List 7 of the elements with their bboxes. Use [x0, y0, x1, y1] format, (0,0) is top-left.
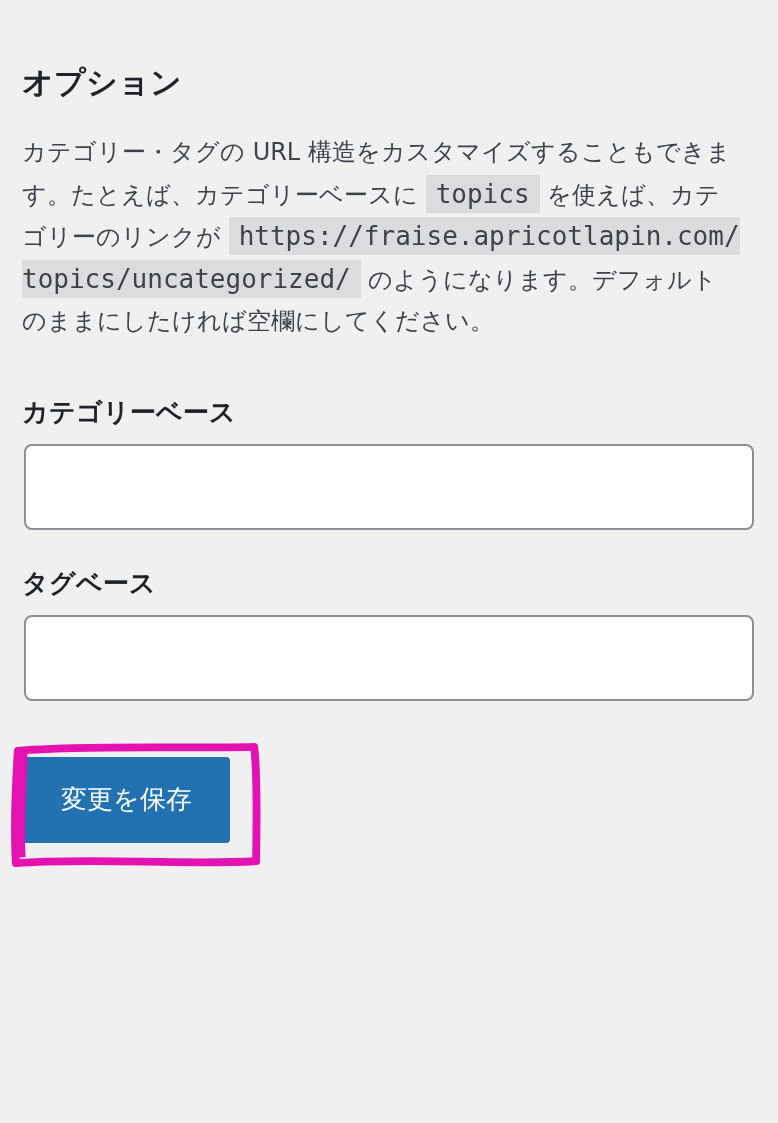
section-title: オプション: [22, 63, 183, 102]
field-label: タグベース: [22, 566, 157, 600]
save-button[interactable]: 変更を保存: [22, 756, 230, 843]
description-paragraph: カテゴリー・タグの URL 構造をカスタマイズすることもできます。たとえば、カテゴリーベースに topics を使えば、カテゴリーのリンクが https://fraise.apricotlapin.com/topics/uncategorized/ のようになります。デフォルトのままにしたければ空欄にしてください。: [22, 137, 741, 338]
input-field[interactable]: [24, 443, 754, 530]
field-label: カテゴリーベース: [22, 395, 237, 429]
input-field[interactable]: [24, 614, 754, 701]
